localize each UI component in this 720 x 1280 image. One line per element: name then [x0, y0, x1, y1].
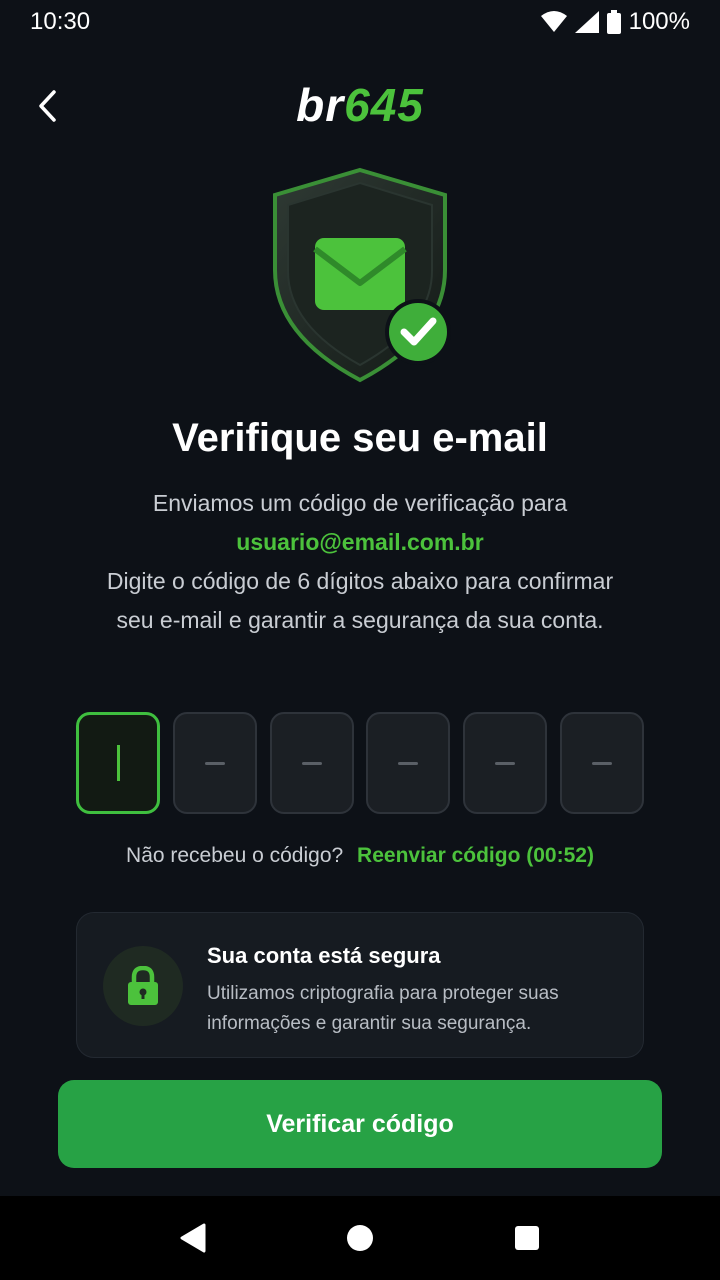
- empty-dash: [301, 761, 322, 765]
- description-line1: Enviamos um código de verificação para: [152, 490, 568, 516]
- home-circle-icon: [346, 1225, 373, 1251]
- status-bar: 10:30 100%: [0, 0, 720, 44]
- verify-code-button[interactable]: Verificar código: [58, 1080, 662, 1168]
- system-nav-bar: [0, 1196, 720, 1280]
- logo: br645: [0, 78, 720, 132]
- resend-code-link[interactable]: Reenviar código (00:52): [357, 844, 594, 867]
- header: br645: [0, 70, 720, 140]
- recents-square-icon: [514, 1226, 539, 1250]
- nav-back-button[interactable]: [171, 1216, 215, 1260]
- otp-digit-1[interactable]: [76, 712, 160, 814]
- shield-envelope-check-icon: [260, 165, 460, 385]
- back-triangle-icon: [180, 1223, 206, 1253]
- otp-digit-5[interactable]: [463, 712, 548, 814]
- page-title: Verifique seu e-mail: [172, 416, 548, 460]
- cellular-signal-icon: [574, 11, 599, 33]
- resend-row: Não recebeu o código? Reenviar código (0…: [0, 844, 720, 868]
- empty-dash: [591, 761, 612, 765]
- nav-home-button[interactable]: [338, 1216, 382, 1260]
- otp-digit-6[interactable]: [559, 712, 644, 814]
- status-time: 10:30: [30, 8, 91, 35]
- logo-suffix: 645: [344, 79, 424, 131]
- lock-icon: [128, 966, 158, 1005]
- battery-icon: [606, 10, 621, 34]
- nav-recents-button[interactable]: [505, 1216, 549, 1260]
- description-line2: Digite o código de 6 dígitos abaixo para…: [106, 568, 614, 633]
- security-card: Sua conta está segura Utilizamos criptog…: [76, 912, 644, 1058]
- otp-digit-4[interactable]: [366, 712, 451, 814]
- status-icons: 100%: [540, 8, 690, 36]
- description: Enviamos um código de verificação para u…: [100, 484, 620, 640]
- text-cursor: [116, 745, 120, 781]
- resend-prompt: Não recebeu o código?: [126, 844, 344, 867]
- empty-dash: [204, 761, 225, 765]
- security-text: Utilizamos criptografia para proteger su…: [207, 983, 559, 1034]
- otp-input-group: [76, 712, 644, 814]
- otp-digit-2[interactable]: [172, 712, 257, 814]
- otp-digit-3[interactable]: [269, 712, 354, 814]
- battery-percent: 100%: [628, 8, 690, 35]
- lock-badge: [103, 946, 183, 1026]
- security-title: Sua conta está segura: [207, 943, 441, 968]
- logo-prefix: br: [296, 79, 345, 131]
- email-address: usuario@email.com.br: [236, 529, 484, 555]
- empty-dash: [398, 761, 419, 765]
- empty-dash: [495, 761, 516, 765]
- wifi-icon: [540, 11, 567, 33]
